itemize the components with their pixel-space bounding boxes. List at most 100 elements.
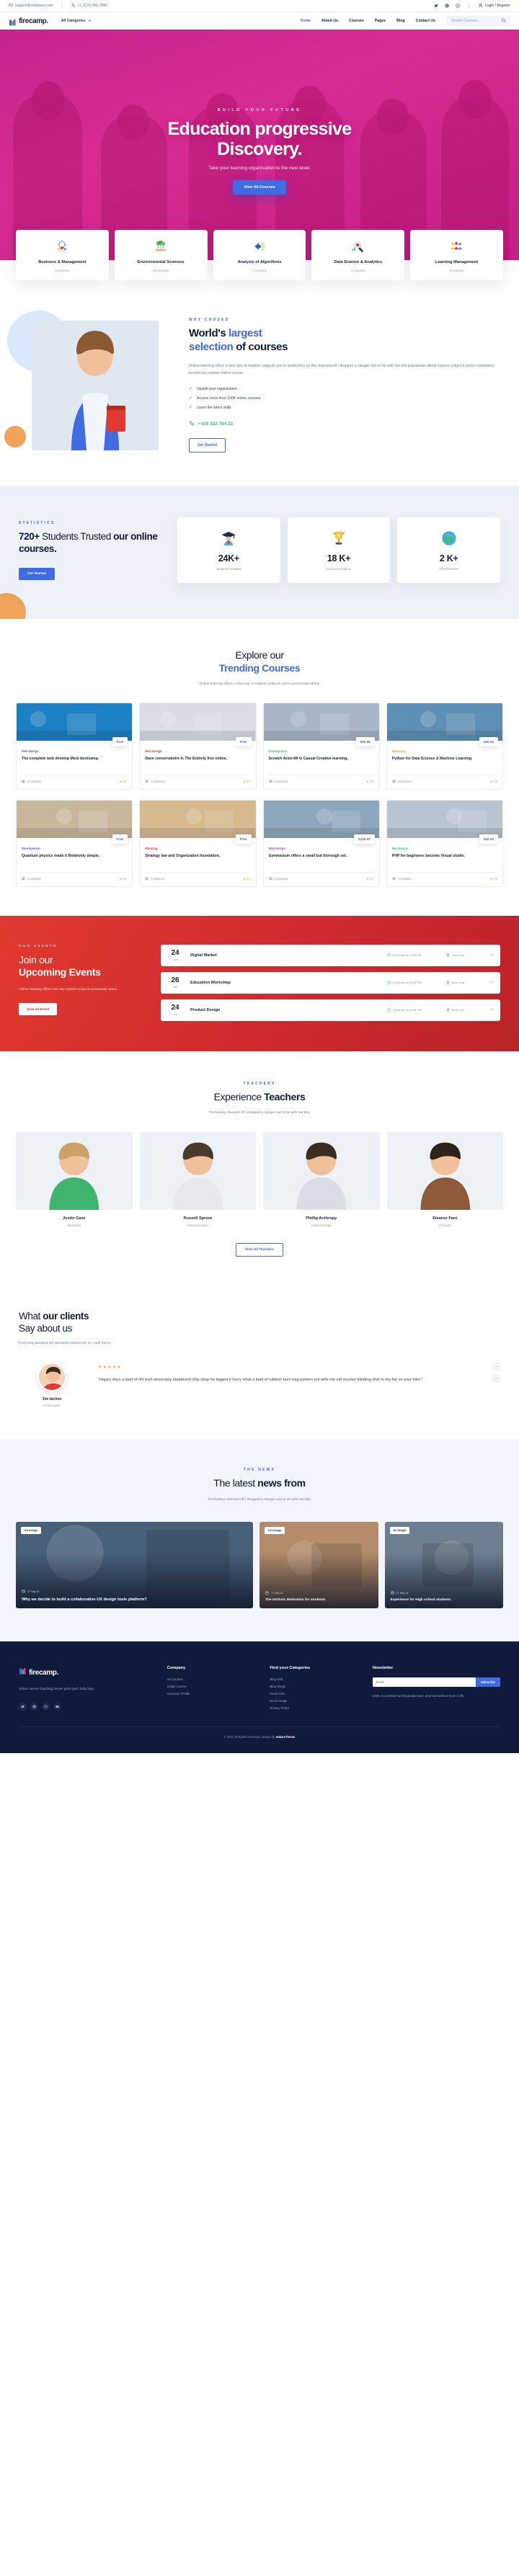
course-image: [386, 800, 502, 838]
instagram-icon[interactable]: [456, 4, 460, 8]
newsletter-subscribe-button[interactable]: Subscribe: [475, 1677, 500, 1688]
testimonial-prev-button[interactable]: [492, 1363, 500, 1371]
footer-brand-name: firecamp.: [29, 1668, 58, 1677]
instagram-icon[interactable]: [42, 1702, 50, 1711]
magnifier-chart-icon: [315, 239, 401, 254]
pinterest-icon[interactable]: [30, 1702, 38, 1711]
newsletter-note: Work on a mission to help people learn, …: [372, 1694, 465, 1698]
search-box[interactable]: Search Courses...: [447, 16, 510, 26]
search-icon[interactable]: [501, 18, 506, 24]
nav-item-contact-us[interactable]: Contact Us: [416, 19, 435, 23]
check-icon: ✓: [189, 387, 193, 392]
news-card[interactable]: UX Design 17 Sep 21 Why we decide to bui…: [16, 1522, 253, 1609]
footer-link[interactable]: All Courses: [167, 1677, 259, 1681]
list-item: ✓ Upskill your organization.: [189, 386, 500, 392]
category-card[interactable]: Analysis of Algorithms 7 Courses: [213, 230, 306, 281]
contact-email[interactable]: support@company.com: [9, 3, 53, 9]
login-register-button[interactable]: Login / Register: [468, 2, 510, 9]
nav-item-blog[interactable]: Blog: [396, 19, 405, 23]
book-icon: [392, 780, 396, 783]
view-all-events-button[interactable]: View All Event: [19, 1002, 58, 1015]
teacher-card[interactable]: Eleanor Fant IT Expert: [386, 1131, 503, 1227]
testimonial-next-button[interactable]: [492, 1374, 500, 1383]
nav-item-home[interactable]: Home: [301, 19, 311, 23]
news-card[interactable]: UX Design 17 Sep 21 The Intrinsic Motiva…: [260, 1522, 378, 1609]
event-month: Jul: [173, 1012, 177, 1016]
course-thumbnail: Free: [140, 800, 256, 844]
group-people-icon: [414, 239, 500, 254]
feature-label: Access more then 100K online courses: [197, 396, 261, 401]
teacher-card[interactable]: Russell Sprout Communication: [139, 1131, 256, 1227]
brand-logo[interactable]: firecamp.: [9, 17, 48, 25]
nav-item-about-us[interactable]: About Us: [321, 19, 338, 23]
course-card[interactable]: $130.00 Web Design Gymnasium offers a sm…: [262, 799, 380, 887]
category-name: Environmental Sciences: [137, 260, 185, 264]
course-price: $40.00: [479, 834, 498, 844]
teacher-photo: [139, 1131, 256, 1210]
all-categories-dropdown[interactable]: All Categories: [61, 19, 92, 24]
footer-link[interactable]: Event Grid: [270, 1692, 361, 1695]
arrow-right-icon[interactable]: [488, 1007, 494, 1014]
course-card[interactable]: Free Planning Strategy law and Organizat…: [139, 799, 257, 887]
arrow-right-icon[interactable]: [488, 952, 494, 959]
login-register-label: Login / Register: [484, 4, 510, 8]
clock-icon: [387, 953, 391, 958]
teacher-image: [263, 1131, 380, 1210]
pinterest-icon[interactable]: [445, 4, 449, 8]
event-time: 10:00 am to 02:00 PM: [387, 953, 439, 958]
check-icon: ✓: [189, 406, 193, 411]
nav-item-courses[interactable]: Courses: [349, 19, 364, 23]
event-row[interactable]: 26 Jun Education Workshop 10:00 am to 02…: [161, 971, 500, 994]
contact-phone[interactable]: +1 (123) 456-7890: [71, 3, 107, 9]
twitter-icon[interactable]: [434, 4, 438, 8]
contact-email-text: support@company.com: [15, 4, 53, 8]
course-card[interactable]: $40.00 Mechanical PHP for beginners beco…: [386, 799, 503, 887]
footer-link[interactable]: Instructor Profile: [167, 1692, 259, 1695]
footer-link[interactable]: Blog Single: [270, 1685, 361, 1688]
course-title: Dave conservatoire Is The Entirely free …: [145, 756, 228, 761]
category-card[interactable]: Business & Management 6 Courses: [16, 230, 109, 281]
why-paragraph: Online learning offers a new way to expl…: [189, 363, 494, 376]
footer-link[interactable]: Single Course: [167, 1685, 259, 1688]
teacher-card[interactable]: Justin Case Marketing: [16, 1131, 133, 1227]
footer-link[interactable]: Blog Grid: [270, 1677, 361, 1681]
course-card[interactable]: Free Web Design Dave conservatoire Is Th…: [139, 702, 257, 790]
footer-logo[interactable]: firecamp.: [19, 1666, 156, 1679]
testimonial-role: UX Designer: [43, 1404, 61, 1408]
course-rating: ★ 5.0: [489, 779, 498, 783]
list-item: ✓ Learn the latest skills: [189, 405, 500, 411]
course-card[interactable]: Free Development Quantum physics made it…: [16, 799, 133, 887]
category-card[interactable]: Environmental Sciences 10 Courses: [114, 230, 208, 281]
view-all-teachers-button[interactable]: View All Teachers: [235, 1242, 284, 1257]
footer-link[interactable]: Event Single: [270, 1699, 361, 1703]
news-card[interactable]: UX Design 17 Sep 21 Experience for High …: [384, 1522, 503, 1609]
course-thumbnail: $30.00: [263, 703, 379, 746]
course-meta: 3 Lessons ★ 5.0: [268, 871, 374, 882]
get-started-button[interactable]: Get Started: [189, 438, 226, 453]
course-card[interactable]: Free Web Design The complete web develop…: [16, 702, 133, 790]
course-grid-row2: Free Development Quantum physics made it…: [0, 799, 519, 916]
teacher-name: Russell Sprout: [183, 1216, 212, 1221]
footer-link[interactable]: Privacy Policy: [270, 1706, 361, 1710]
teacher-card[interactable]: Phillip Anthropy Interior Design: [263, 1131, 380, 1227]
course-lessons: 6 Lessons: [22, 780, 41, 783]
teacher-photo: [16, 1131, 133, 1210]
event-place: New York: [446, 953, 481, 958]
course-lessons: 3 Lessons: [145, 780, 164, 783]
why-phone[interactable]: +426 322 764 22: [189, 420, 500, 427]
course-card[interactable]: $40.00 Marketing Python for Data Science…: [386, 702, 503, 790]
event-row[interactable]: 24 Jun Digital Market 10:00 am to 02:00 …: [161, 944, 500, 966]
nav-item-pages[interactable]: Pages: [375, 19, 386, 23]
twitter-icon[interactable]: [19, 1702, 27, 1711]
statistics-get-started-button[interactable]: Get Started: [19, 567, 55, 580]
arrow-right-icon[interactable]: [488, 979, 494, 986]
category-card[interactable]: Learning Management 5 Courses: [410, 230, 503, 281]
course-card[interactable]: $30.00 Development Scratch Anim-Mt Is Ca…: [262, 702, 380, 790]
footer-newsletter-heading: Newsletter: [372, 1666, 394, 1671]
youtube-icon[interactable]: [53, 1702, 61, 1711]
newsletter-email-input[interactable]: [372, 1677, 476, 1688]
footer-categories-column: Find your Categories Blog Grid Blog Sing…: [270, 1666, 361, 1710]
view-all-courses-button[interactable]: View All Courses: [233, 180, 286, 195]
event-row[interactable]: 24 Jul Product Design 10:00 am to 02:00 …: [161, 999, 500, 1021]
category-card[interactable]: Data Science & Analytics 4 Courses: [311, 230, 405, 281]
